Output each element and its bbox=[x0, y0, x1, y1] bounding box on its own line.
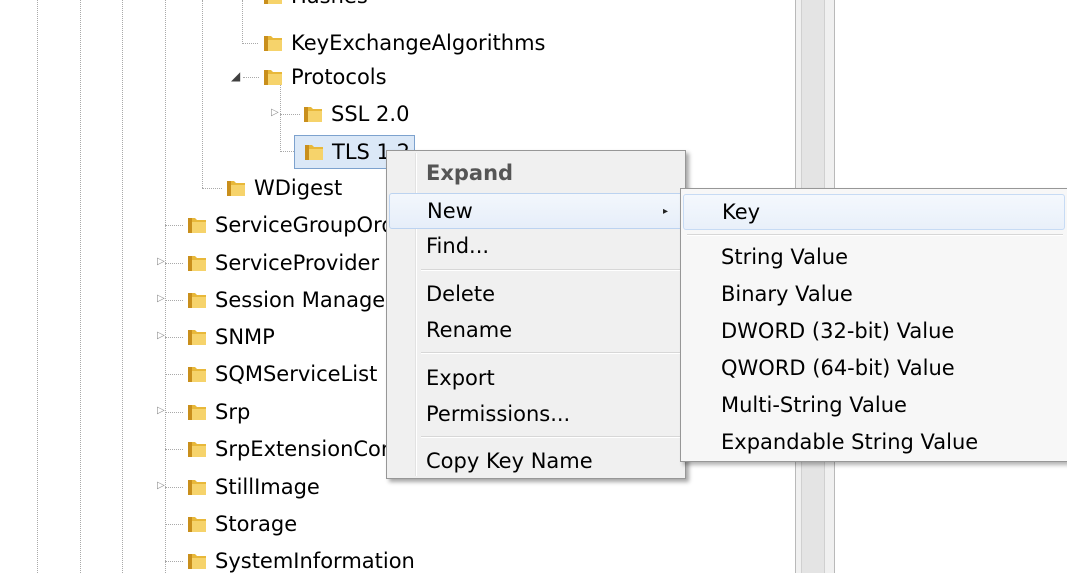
expand-arrow-icon[interactable]: ▷ bbox=[157, 405, 165, 416]
tree-item-label: KeyExchangeAlgorithms bbox=[291, 31, 546, 55]
menu-item-rename[interactable]: Rename bbox=[389, 313, 683, 347]
collapse-arrow-icon[interactable]: ◢ bbox=[231, 69, 240, 83]
folder-icon bbox=[262, 32, 284, 54]
menu-item-label: Expandable String Value bbox=[721, 430, 979, 454]
tree-item-label: ServiceProvider bbox=[215, 251, 380, 275]
menu-item-label: DWORD (32-bit) Value bbox=[721, 319, 955, 343]
menu-item-copy-key-name[interactable]: Copy Key Name bbox=[389, 444, 683, 478]
folder-icon bbox=[303, 141, 325, 163]
folder-icon bbox=[262, 66, 284, 88]
menu-item-label: Permissions... bbox=[426, 402, 571, 426]
tree-item-storage[interactable]: Storage bbox=[186, 508, 297, 540]
expand-arrow-icon[interactable]: ▷ bbox=[157, 480, 165, 491]
menu-item-label: QWORD (64-bit) Value bbox=[721, 356, 955, 380]
submenu-item-binary-value[interactable]: Binary Value bbox=[683, 277, 1065, 311]
tree-item-wdigest[interactable]: WDigest bbox=[225, 172, 342, 204]
tree-item-session-manager[interactable]: Session Manager bbox=[186, 284, 394, 316]
folder-icon bbox=[302, 103, 324, 125]
tree-item-stillimage[interactable]: StillImage bbox=[186, 471, 320, 503]
tree-item-label: Storage bbox=[215, 512, 298, 536]
folder-icon bbox=[186, 289, 208, 311]
context-menu: Expand New ▸ Find... Delete Rename Expor… bbox=[386, 150, 686, 479]
menu-item-delete[interactable]: Delete bbox=[389, 277, 683, 311]
tree-item-protocols[interactable]: Protocols bbox=[262, 61, 387, 93]
menu-item-label: Expand bbox=[426, 161, 514, 185]
menu-item-label: New bbox=[427, 199, 473, 223]
tree-item-hashes[interactable]: Hashes bbox=[262, 0, 368, 12]
tree-item-keyexchangealgorithms[interactable]: KeyExchangeAlgorithms bbox=[262, 27, 545, 59]
submenu-item-dword-value[interactable]: DWORD (32-bit) Value bbox=[683, 314, 1065, 348]
tree-item-snmp[interactable]: SNMP bbox=[186, 321, 275, 353]
tree-item-label: SQMServiceList bbox=[215, 362, 378, 386]
menu-item-export[interactable]: Export bbox=[389, 361, 683, 395]
tree-item-label: SystemInformation bbox=[215, 549, 415, 573]
submenu-item-multi-string-value[interactable]: Multi-String Value bbox=[683, 388, 1065, 422]
menu-item-label: String Value bbox=[721, 245, 849, 269]
new-submenu: Key String Value Binary Value DWORD (32-… bbox=[680, 188, 1067, 462]
folder-icon bbox=[186, 214, 208, 236]
folder-icon bbox=[186, 326, 208, 348]
expand-arrow-icon[interactable]: ▷ bbox=[157, 293, 165, 304]
tree-item-ssl-2-0[interactable]: SSL 2.0 bbox=[302, 98, 409, 130]
folder-icon bbox=[186, 252, 208, 274]
tree-item-label: Srp bbox=[215, 400, 251, 424]
folder-icon bbox=[186, 438, 208, 460]
menu-item-label: Export bbox=[426, 366, 495, 390]
tree-item-sqmservicelist[interactable]: SQMServiceList bbox=[186, 358, 377, 390]
menu-item-label: Copy Key Name bbox=[426, 449, 593, 473]
menu-separator bbox=[421, 269, 681, 271]
menu-item-find[interactable]: Find... bbox=[389, 229, 683, 263]
folder-icon bbox=[225, 177, 247, 199]
tree-item-label: StillImage bbox=[215, 475, 320, 499]
menu-item-label: Rename bbox=[426, 318, 513, 342]
expand-arrow-icon[interactable]: ▷ bbox=[157, 256, 165, 267]
menu-item-expand[interactable]: Expand bbox=[389, 156, 683, 190]
menu-item-label: Delete bbox=[426, 282, 495, 306]
expand-arrow-icon[interactable]: ▷ bbox=[157, 330, 165, 341]
folder-icon bbox=[186, 363, 208, 385]
folder-icon bbox=[262, 0, 284, 7]
folder-icon bbox=[186, 401, 208, 423]
menu-item-label: Multi-String Value bbox=[721, 393, 907, 417]
submenu-item-qword-value[interactable]: QWORD (64-bit) Value bbox=[683, 351, 1065, 385]
submenu-item-key[interactable]: Key bbox=[683, 194, 1065, 230]
menu-item-new[interactable]: New ▸ bbox=[389, 193, 683, 229]
menu-separator bbox=[421, 352, 681, 354]
menu-item-label: Find... bbox=[426, 234, 490, 258]
tree-item-label: Hashes bbox=[291, 0, 368, 10]
tree-item-label: WDigest bbox=[254, 176, 343, 200]
submenu-item-expandable-string-value[interactable]: Expandable String Value bbox=[683, 425, 1065, 459]
submenu-arrow-icon: ▸ bbox=[662, 205, 668, 217]
tree-item-label: Protocols bbox=[291, 65, 387, 89]
tree-item-label: Session Manager bbox=[215, 288, 394, 312]
menu-item-label: Binary Value bbox=[721, 282, 853, 306]
menu-separator bbox=[687, 234, 1063, 236]
folder-icon bbox=[186, 513, 208, 535]
tree-item-systeminformation[interactable]: SystemInformation bbox=[186, 545, 415, 577]
menu-separator bbox=[421, 436, 681, 438]
expand-arrow-icon[interactable]: ▷ bbox=[271, 107, 279, 118]
menu-item-label: Key bbox=[722, 200, 761, 224]
tree-item-label: SNMP bbox=[215, 325, 275, 349]
tree-item-serviceprovider[interactable]: ServiceProvider bbox=[186, 247, 379, 279]
tree-item-label: SSL 2.0 bbox=[331, 102, 410, 126]
tree-item-srp[interactable]: Srp bbox=[186, 396, 250, 428]
folder-icon bbox=[186, 476, 208, 498]
menu-item-permissions[interactable]: Permissions... bbox=[389, 397, 683, 431]
submenu-item-string-value[interactable]: String Value bbox=[683, 240, 1065, 274]
tree-item-servicegrouporder[interactable]: ServiceGroupOrder bbox=[186, 209, 416, 241]
folder-icon bbox=[186, 550, 208, 572]
